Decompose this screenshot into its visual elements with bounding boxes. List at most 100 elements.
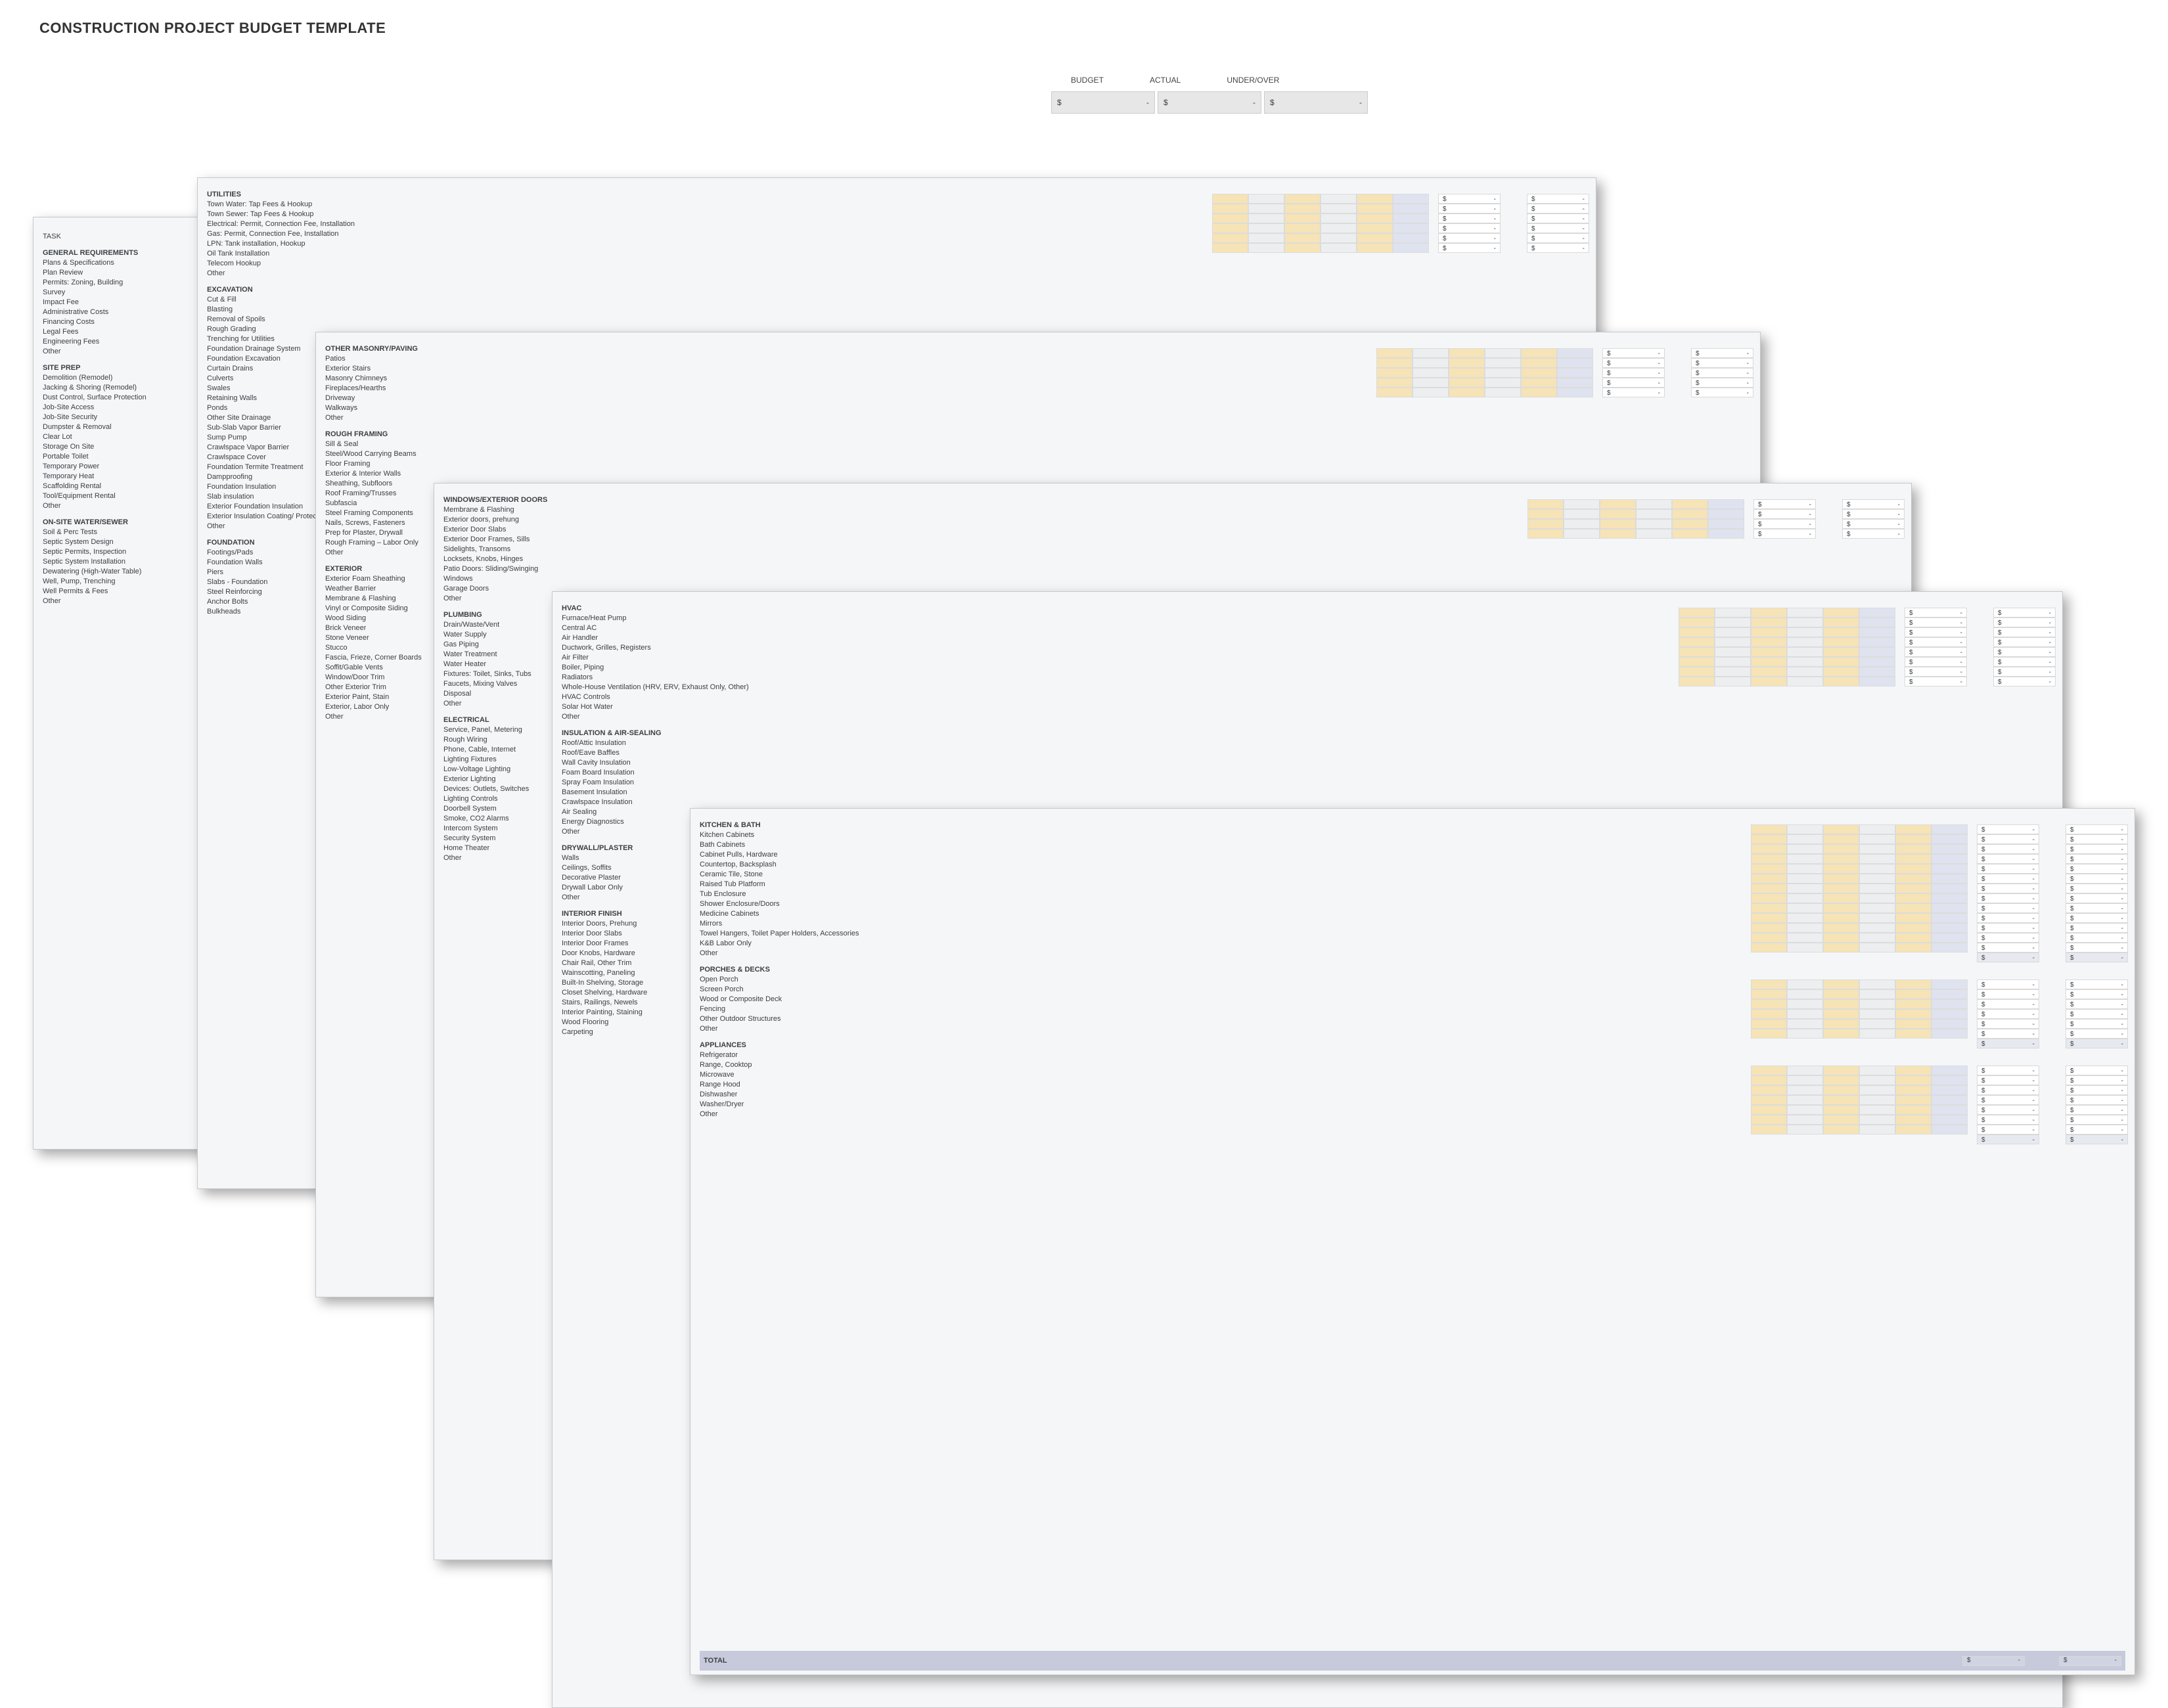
input-cell[interactable] [1787,1066,1823,1075]
input-cell[interactable] [1376,358,1412,368]
input-cell[interactable] [1931,824,1968,834]
budget-cell[interactable]: $- [1977,933,2039,943]
input-cell[interactable] [1859,1009,1895,1019]
input-cell[interactable] [1708,519,1744,529]
summary-cell-budget[interactable]: $ - [1051,91,1155,114]
input-cell[interactable] [1895,874,1931,884]
input-cell[interactable] [1412,378,1449,388]
budget-cell[interactable]: $- [1977,1085,2039,1095]
input-cell[interactable] [1823,657,1859,667]
actual-cell[interactable]: $- [2066,933,2128,943]
input-cell[interactable] [1823,893,1859,903]
actual-cell[interactable]: $- [2066,874,2128,884]
input-cell[interactable] [1859,657,1895,667]
input-cell[interactable] [1931,999,1968,1009]
input-cell[interactable] [1449,358,1485,368]
input-cell[interactable] [1787,1115,1823,1125]
input-cell[interactable] [1751,608,1787,618]
input-cell[interactable] [1787,1125,1823,1135]
actual-cell[interactable]: $- [2066,893,2128,903]
input-cell[interactable] [1679,677,1715,686]
input-cell[interactable] [1859,1066,1895,1075]
input-cell[interactable] [1412,388,1449,397]
input-cell[interactable] [1284,214,1321,223]
input-cell[interactable] [1557,368,1593,378]
input-cell[interactable] [1931,1066,1968,1075]
input-cell[interactable] [1212,223,1248,233]
input-cell[interactable] [1751,989,1787,999]
budget-cell[interactable]: $- [1438,243,1501,253]
input-cell[interactable] [1248,223,1284,233]
input-cell[interactable] [1679,618,1715,627]
input-cell[interactable] [1527,509,1564,519]
input-cell[interactable] [1521,358,1557,368]
budget-cell[interactable]: $- [1753,519,1816,529]
input-cell[interactable] [1931,893,1968,903]
budget-cell[interactable]: $- [1977,854,2039,864]
actual-cell[interactable]: $- [1993,627,2056,637]
input-cell[interactable] [1449,348,1485,358]
input-cell[interactable] [1636,509,1672,519]
input-cell[interactable] [1284,233,1321,243]
actual-cell[interactable]: $- [1527,214,1589,223]
input-cell[interactable] [1787,1105,1823,1115]
input-cell[interactable] [1859,824,1895,834]
input-cell[interactable] [1859,913,1895,923]
input-cell[interactable] [1715,618,1751,627]
input-cell[interactable] [1823,1125,1859,1135]
input-cell[interactable] [1859,1095,1895,1105]
input-cell[interactable] [1527,499,1564,509]
input-cell[interactable] [1823,874,1859,884]
input-cell[interactable] [1787,618,1823,627]
input-cell[interactable] [1787,647,1823,657]
input-cell[interactable] [1931,933,1968,943]
actual-cell[interactable]: $- [1842,519,1905,529]
input-cell[interactable] [1787,1029,1823,1039]
input-cell[interactable] [1859,667,1895,677]
summary-cell-delta[interactable]: $ - [1264,91,1368,114]
budget-cell[interactable]: $- [1438,214,1501,223]
input-cell[interactable] [1751,1019,1787,1029]
input-cell[interactable] [1248,204,1284,214]
budget-cell[interactable]: $- [1602,388,1665,397]
input-cell[interactable] [1787,627,1823,637]
input-cell[interactable] [1679,667,1715,677]
input-cell[interactable] [1321,243,1357,253]
input-cell[interactable] [1787,933,1823,943]
input-cell[interactable] [1751,1009,1787,1019]
input-cell[interactable] [1931,979,1968,989]
actual-cell[interactable]: $- [1527,194,1589,204]
input-cell[interactable] [1321,204,1357,214]
budget-cell[interactable]: $- [1977,1029,2039,1039]
input-cell[interactable] [1715,647,1751,657]
budget-cell[interactable]: $- [1905,627,1967,637]
input-cell[interactable] [1751,657,1787,667]
input-cell[interactable] [1751,999,1787,1009]
input-cell[interactable] [1787,824,1823,834]
budget-cell[interactable]: $- [1977,884,2039,893]
input-cell[interactable] [1787,657,1823,667]
input-cell[interactable] [1931,1075,1968,1085]
input-cell[interactable] [1859,627,1895,637]
input-cell[interactable] [1895,903,1931,913]
actual-cell[interactable]: $- [1842,499,1905,509]
input-cell[interactable] [1248,194,1284,204]
budget-cell[interactable]: $- [1977,943,2039,953]
input-cell[interactable] [1931,1029,1968,1039]
actual-cell[interactable]: $- [2066,943,2128,953]
actual-cell[interactable]: $- [2066,1105,2128,1115]
input-cell[interactable] [1823,913,1859,923]
input-cell[interactable] [1564,519,1600,529]
input-cell[interactable] [1931,1095,1968,1105]
input-cell[interactable] [1449,388,1485,397]
input-cell[interactable] [1321,233,1357,243]
input-cell[interactable] [1823,943,1859,953]
input-cell[interactable] [1895,933,1931,943]
input-cell[interactable] [1895,1009,1931,1019]
input-cell[interactable] [1859,864,1895,874]
budget-cell[interactable]: $- [1977,893,2039,903]
input-cell[interactable] [1708,529,1744,539]
actual-cell[interactable]: $- [1691,378,1753,388]
input-cell[interactable] [1787,844,1823,854]
input-cell[interactable] [1787,913,1823,923]
